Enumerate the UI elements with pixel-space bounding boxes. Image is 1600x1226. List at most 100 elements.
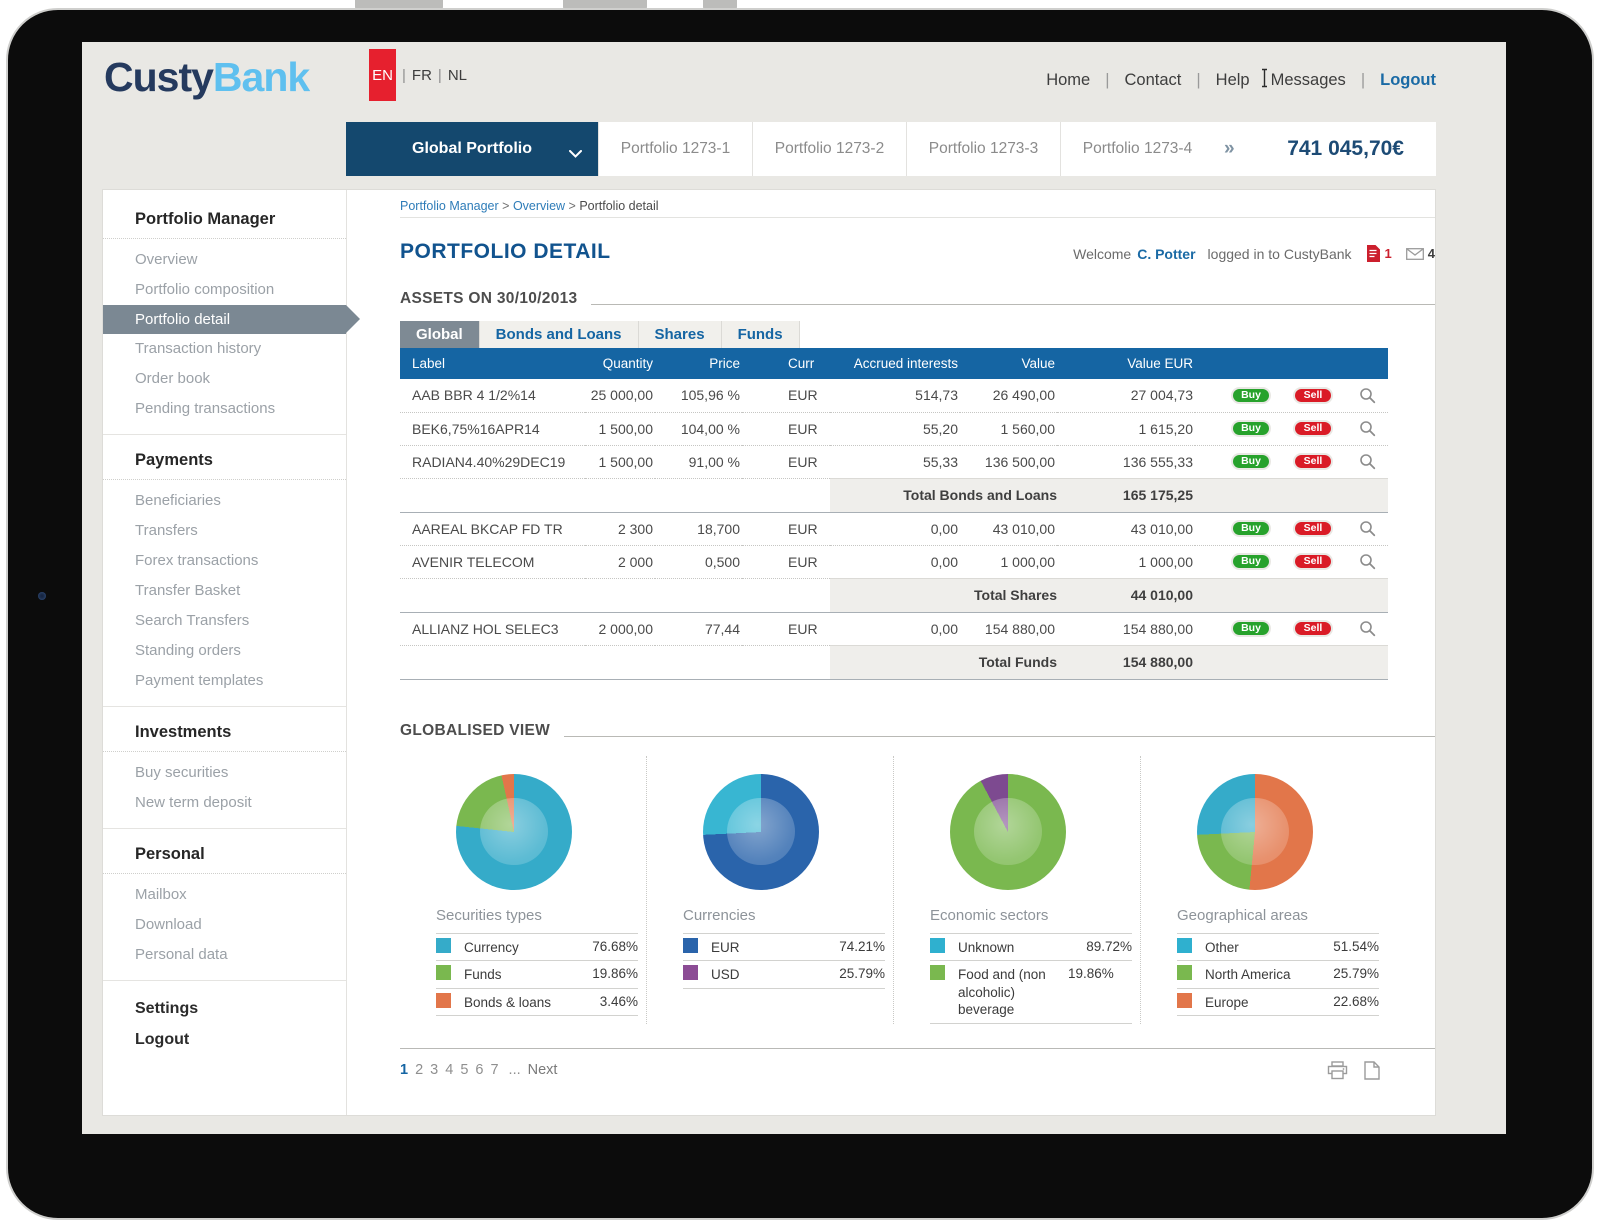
buy-button[interactable]: Buy (1231, 620, 1271, 637)
nav-help[interactable]: Help (1216, 71, 1250, 90)
search-icon[interactable] (1359, 387, 1376, 404)
print-icon[interactable] (1327, 1061, 1348, 1080)
sidebar-item-transaction-history[interactable]: Transaction history (103, 334, 346, 364)
sidebar-item-pending-transactions[interactable]: Pending transactions (103, 394, 346, 424)
asset-value: 1 000,00 (960, 545, 1057, 578)
page-5[interactable]: 5 (460, 1062, 468, 1078)
breadcrumb: Portfolio Manager > Overview > Portfolio… (400, 190, 1435, 218)
buy-button[interactable]: Buy (1231, 453, 1271, 470)
next-page-link[interactable]: Next (528, 1062, 558, 1078)
sidebar-item-transfers[interactable]: Transfers (103, 516, 346, 546)
sidebar-item-search-transfers[interactable]: Search Transfers (103, 606, 346, 636)
sell-button[interactable]: Sell (1293, 420, 1333, 437)
nav-contact[interactable]: Contact (1125, 71, 1182, 90)
sidebar-item-download[interactable]: Download (103, 910, 346, 940)
buy-button[interactable]: Buy (1231, 520, 1271, 537)
asset-value-eur: 154 880,00 (1057, 612, 1195, 645)
more-portfolios-icon[interactable]: » (1214, 122, 1239, 176)
legend-row: Food and (non alcoholic) beverage 19.86% (930, 961, 1132, 1024)
legend-swatch (1177, 938, 1192, 953)
sell-button[interactable]: Sell (1293, 387, 1333, 404)
search-icon[interactable] (1359, 620, 1376, 637)
total-value: 165 175,25 (1057, 478, 1195, 512)
asset-currency: EUR (742, 379, 830, 412)
sidebar-item-settings[interactable]: Settings (103, 993, 346, 1024)
tab-portfolio-1273-4[interactable]: Portfolio 1273-4 (1060, 122, 1214, 176)
nav-home[interactable]: Home (1046, 71, 1090, 90)
export-document-icon[interactable] (1364, 1061, 1380, 1080)
sidebar-item-beneficiaries[interactable]: Beneficiaries (103, 486, 346, 516)
sidebar-section-personal: Personal (103, 829, 346, 874)
search-icon[interactable] (1359, 453, 1376, 470)
sell-button[interactable]: Sell (1293, 453, 1333, 470)
tab-shares[interactable]: Shares (639, 321, 722, 348)
lang-nl[interactable]: NL (448, 67, 467, 84)
tab-funds[interactable]: Funds (722, 321, 800, 348)
chart-securities-types: Securities types Currency 76.68% Funds 1… (400, 756, 647, 1024)
document-alert-icon[interactable] (1366, 244, 1381, 263)
sidebar-item-transfer-basket[interactable]: Transfer Basket (103, 576, 346, 606)
total-label: Total Bonds and Loans (830, 478, 1057, 512)
buy-button[interactable]: Buy (1231, 387, 1271, 404)
page-4[interactable]: 4 (445, 1062, 453, 1078)
legend-swatch (1177, 965, 1192, 980)
page-1[interactable]: 1 (400, 1062, 408, 1078)
search-icon[interactable] (1359, 420, 1376, 437)
sidebar-item-payment-templates[interactable]: Payment templates (103, 666, 346, 696)
globalised-section-header: GLOBALISED VIEW (400, 722, 1435, 740)
asset-price: 77,44 (655, 612, 742, 645)
tab-portfolio-1273-3[interactable]: Portfolio 1273-3 (906, 122, 1060, 176)
sidebar-item-order-book[interactable]: Order book (103, 364, 346, 394)
search-icon[interactable] (1359, 520, 1376, 537)
portfolio-total-value: 741 045,70€ (1239, 122, 1436, 176)
asset-accrued: 0,00 (830, 612, 960, 645)
asset-quantity: 2 000,00 (585, 612, 655, 645)
lang-fr[interactable]: FR (412, 67, 432, 84)
buy-button[interactable]: Buy (1231, 420, 1271, 437)
page-2[interactable]: 2 (415, 1062, 423, 1078)
sidebar-item-new-term-deposit[interactable]: New term deposit (103, 788, 346, 818)
breadcrumb-overview[interactable]: Overview (513, 199, 565, 213)
asset-accrued: 55,20 (830, 412, 960, 445)
pie-chart (703, 774, 819, 890)
sidebar-item-buy-securities[interactable]: Buy securities (103, 758, 346, 788)
sell-button[interactable]: Sell (1293, 620, 1333, 637)
legend-swatch (436, 993, 451, 1008)
nav-logout[interactable]: Logout (1380, 71, 1436, 90)
sell-button[interactable]: Sell (1293, 520, 1333, 537)
page-7[interactable]: 7 (490, 1062, 498, 1078)
table-row: AAB BBR 4 1/2%14 25 000,00 105,96 % EUR … (400, 379, 1388, 412)
tab-portfolio-1273-2[interactable]: Portfolio 1273-2 (752, 122, 906, 176)
asset-quantity: 25 000,00 (585, 379, 655, 412)
sidebar-section-investments: Investments (103, 707, 346, 752)
lang-en[interactable]: EN (369, 49, 396, 101)
page-3[interactable]: 3 (430, 1062, 438, 1078)
tab-portfolio-1273-1[interactable]: Portfolio 1273-1 (598, 122, 752, 176)
sidebar-item-logout[interactable]: Logout (103, 1024, 346, 1055)
breadcrumb-current: Portfolio detail (579, 199, 658, 213)
asset-value: 26 490,00 (960, 379, 1057, 412)
logo: CustyBank (104, 54, 309, 101)
nav-messages[interactable]: Messages (1271, 71, 1346, 90)
assets-section-title: ASSETS ON 30/10/2013 (400, 290, 577, 308)
sidebar-item-portfolio-composition[interactable]: Portfolio composition (103, 275, 346, 305)
sidebar-item-personal-data[interactable]: Personal data (103, 940, 346, 970)
user-name[interactable]: C. Potter (1137, 246, 1195, 262)
page-6[interactable]: 6 (475, 1062, 483, 1078)
tab-bonds-and-loans[interactable]: Bonds and Loans (480, 321, 639, 348)
legend-label: Food and (non alcoholic) beverage (958, 965, 1068, 1019)
tab-global[interactable]: Global (400, 321, 480, 348)
sidebar-item-standing-orders[interactable]: Standing orders (103, 636, 346, 666)
sidebar-item-forex-transactions[interactable]: Forex transactions (103, 546, 346, 576)
asset-value-eur: 1 615,20 (1057, 412, 1195, 445)
portfolio-selector[interactable]: Global Portfolio (346, 122, 598, 176)
sidebar-item-overview[interactable]: Overview (103, 245, 346, 275)
search-icon[interactable] (1359, 553, 1376, 570)
sell-button[interactable]: Sell (1293, 553, 1333, 570)
sidebar-item-portfolio-detail[interactable]: Portfolio detail (103, 305, 346, 334)
buy-button[interactable]: Buy (1231, 553, 1271, 570)
sidebar-item-mailbox[interactable]: Mailbox (103, 880, 346, 910)
breadcrumb-portfolio-manager[interactable]: Portfolio Manager (400, 199, 499, 213)
mail-icon[interactable] (1406, 248, 1424, 260)
legend-row: North America 25.79% (1177, 961, 1379, 989)
